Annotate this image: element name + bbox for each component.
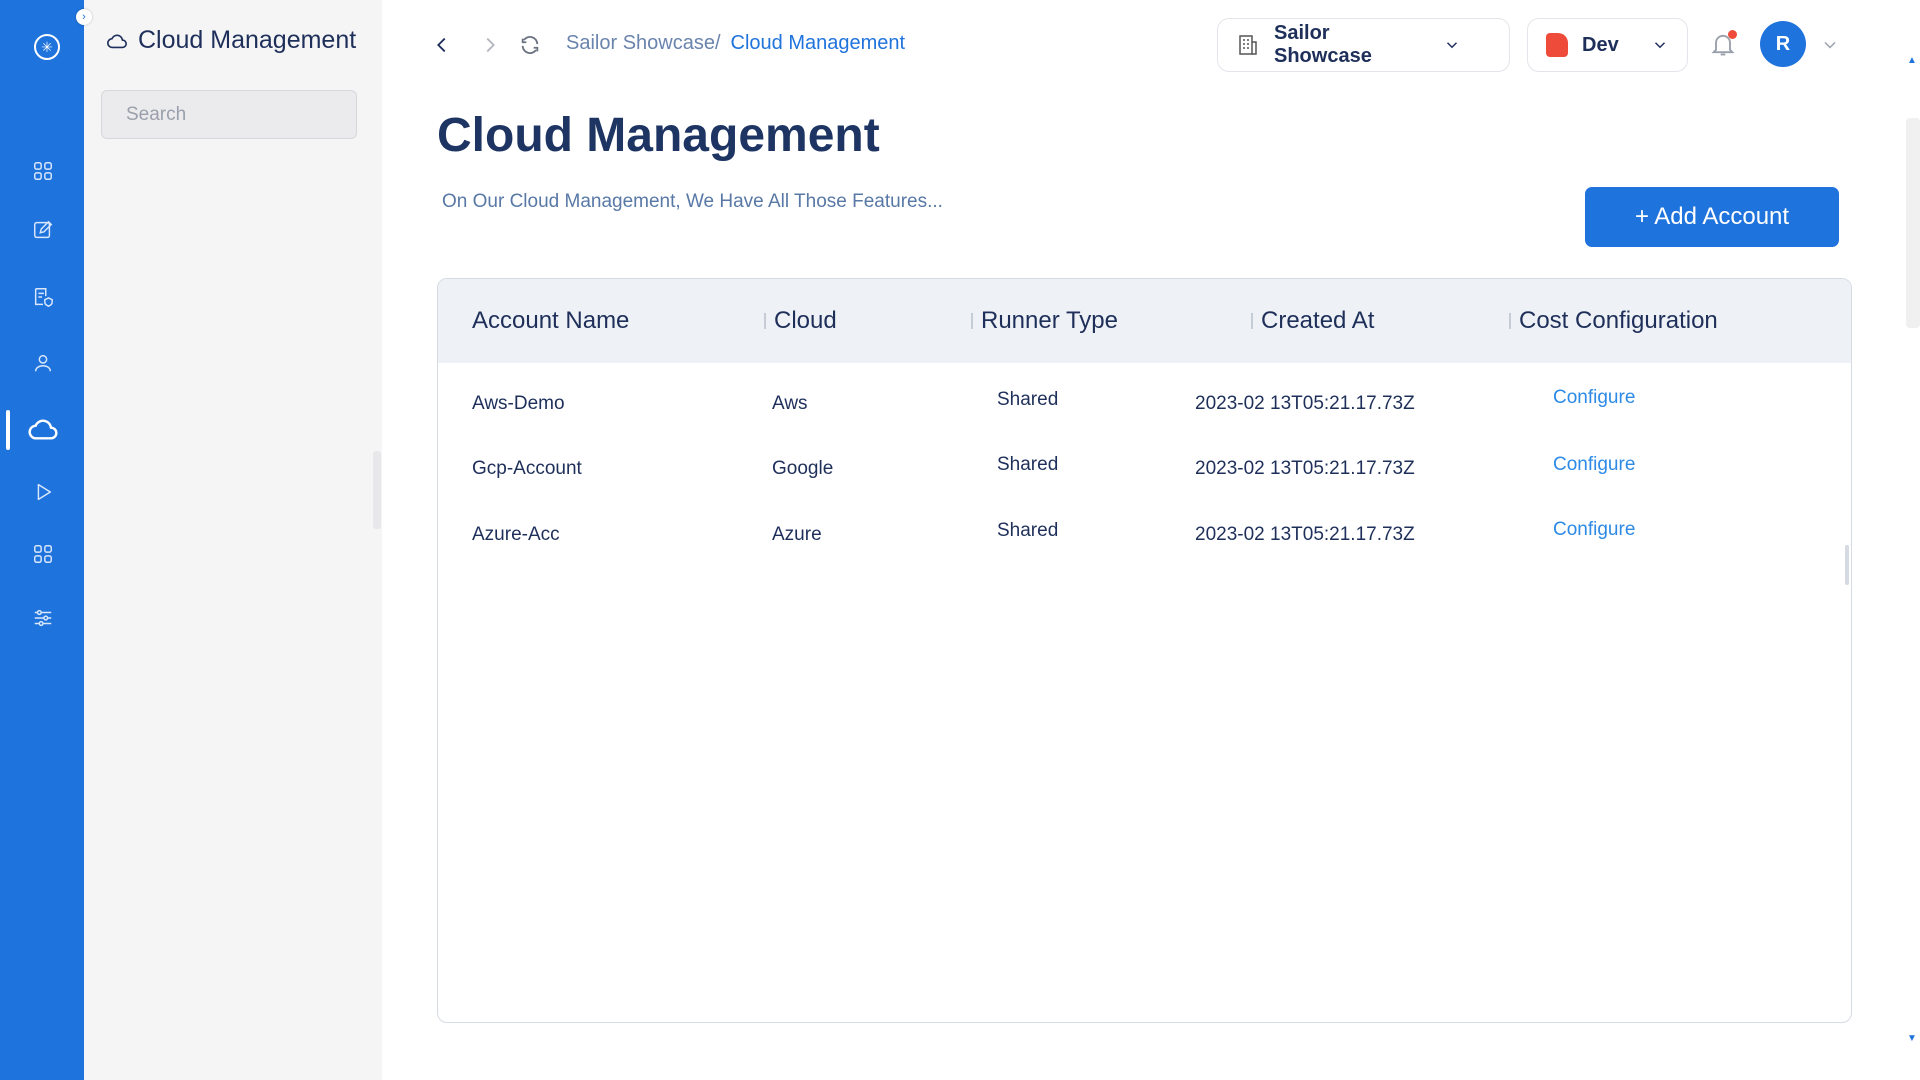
- logo-icon[interactable]: ✳: [34, 34, 60, 60]
- cell-runner-type: Shared: [997, 389, 1059, 410]
- cell-account-name: Azure-Acc: [472, 524, 560, 545]
- accounts-table: Account Name Cloud Runner Type Created A…: [437, 278, 1852, 1023]
- active-nav-indicator: [6, 410, 10, 450]
- sidebar-resize-handle[interactable]: [373, 451, 381, 529]
- search-input[interactable]: [126, 103, 371, 126]
- breadcrumb: Sailor Showcase/ Cloud Management: [566, 32, 905, 55]
- chevron-down-icon: [1654, 42, 1666, 49]
- organization-select[interactable]: Sailor Showcase: [1217, 18, 1510, 72]
- forward-icon[interactable]: [476, 31, 504, 59]
- cell-account-name: Aws-Demo: [472, 393, 565, 414]
- breadcrumb-item[interactable]: Sailor Showcase/: [566, 32, 721, 55]
- page-scrollbar-thumb[interactable]: [1906, 118, 1920, 328]
- table-header: Account Name Cloud Runner Type Created A…: [438, 279, 1851, 363]
- add-account-button[interactable]: + Add Account: [1585, 187, 1839, 247]
- main-nav-rail: ✳ ›: [0, 0, 92, 1080]
- configure-link[interactable]: Configure: [1553, 454, 1635, 476]
- document-shield-icon[interactable]: [26, 280, 60, 314]
- environment-select[interactable]: Dev: [1527, 18, 1688, 72]
- notification-dot: [1728, 30, 1737, 39]
- scroll-up-icon[interactable]: ▲: [1904, 52, 1920, 68]
- column-header-created-at[interactable]: Created At: [1251, 307, 1374, 335]
- table-row[interactable]: Azure-Acc Azure Shared 2023-02 13T05:21.…: [438, 510, 1851, 570]
- edit-icon[interactable]: [26, 213, 60, 247]
- configure-link[interactable]: Configure: [1553, 387, 1635, 409]
- cell-created-at: 2023-02 13T05:21.17.73Z: [1195, 393, 1415, 414]
- refresh-icon[interactable]: [516, 31, 544, 59]
- environment-icon: [1546, 33, 1568, 57]
- cell-runner-type: Shared: [997, 454, 1059, 475]
- cell-cloud: Aws: [772, 393, 808, 414]
- play-icon[interactable]: [26, 475, 60, 509]
- sliders-icon[interactable]: [26, 601, 60, 635]
- table-row[interactable]: Gcp-Account Google Shared 2023-02 13T05:…: [438, 444, 1851, 504]
- cell-account-name: Gcp-Account: [472, 458, 582, 479]
- collapse-sidebar-icon[interactable]: ›: [76, 9, 92, 25]
- column-header-runner-type[interactable]: Runner Type: [971, 307, 1118, 335]
- user-icon[interactable]: [26, 346, 60, 380]
- apps-icon[interactable]: [26, 537, 60, 571]
- table-scrollbar[interactable]: [1845, 545, 1849, 585]
- sidebar-title-text: Cloud Management: [138, 26, 357, 54]
- cell-cloud: Azure: [772, 524, 822, 545]
- column-header-cloud[interactable]: Cloud: [764, 307, 837, 335]
- building-icon: [1239, 35, 1257, 55]
- cell-created-at: 2023-02 13T05:21.17.73Z: [1195, 458, 1415, 479]
- chevron-down-icon[interactable]: [1820, 35, 1840, 55]
- cloud-icon[interactable]: [26, 412, 60, 446]
- scroll-down-icon[interactable]: ▼: [1904, 1030, 1920, 1046]
- notification-bell-icon[interactable]: [1709, 30, 1737, 60]
- sidebar-title: Cloud Management: [106, 26, 356, 55]
- breadcrumb-current: Cloud Management: [730, 32, 906, 54]
- grid-icon[interactable]: [26, 154, 60, 188]
- column-header-account-name[interactable]: Account Name: [472, 307, 629, 335]
- configure-link[interactable]: Configure: [1553, 519, 1635, 541]
- cell-created-at: 2023-02 13T05:21.17.73Z: [1195, 524, 1415, 545]
- back-icon[interactable]: [428, 31, 456, 59]
- environment-label: Dev: [1582, 33, 1619, 56]
- page-title: Cloud Management: [437, 109, 880, 162]
- cell-runner-type: Shared: [997, 520, 1059, 541]
- page-subtitle: On Our Cloud Management, We Have All Tho…: [442, 191, 943, 212]
- cloud-icon: [107, 34, 127, 48]
- organization-label: Sailor Showcase: [1274, 22, 1372, 67]
- cell-cloud: Google: [772, 458, 834, 479]
- table-row[interactable]: Aws-Demo Aws Shared 2023-02 13T05:21.17.…: [438, 379, 1851, 439]
- secondary-sidebar: Cloud Management: [84, 0, 382, 1080]
- sidebar-search[interactable]: [101, 90, 371, 139]
- chevron-down-icon: [1446, 42, 1458, 49]
- avatar[interactable]: R: [1760, 21, 1806, 67]
- column-header-cost-configuration[interactable]: Cost Configuration: [1509, 307, 1718, 335]
